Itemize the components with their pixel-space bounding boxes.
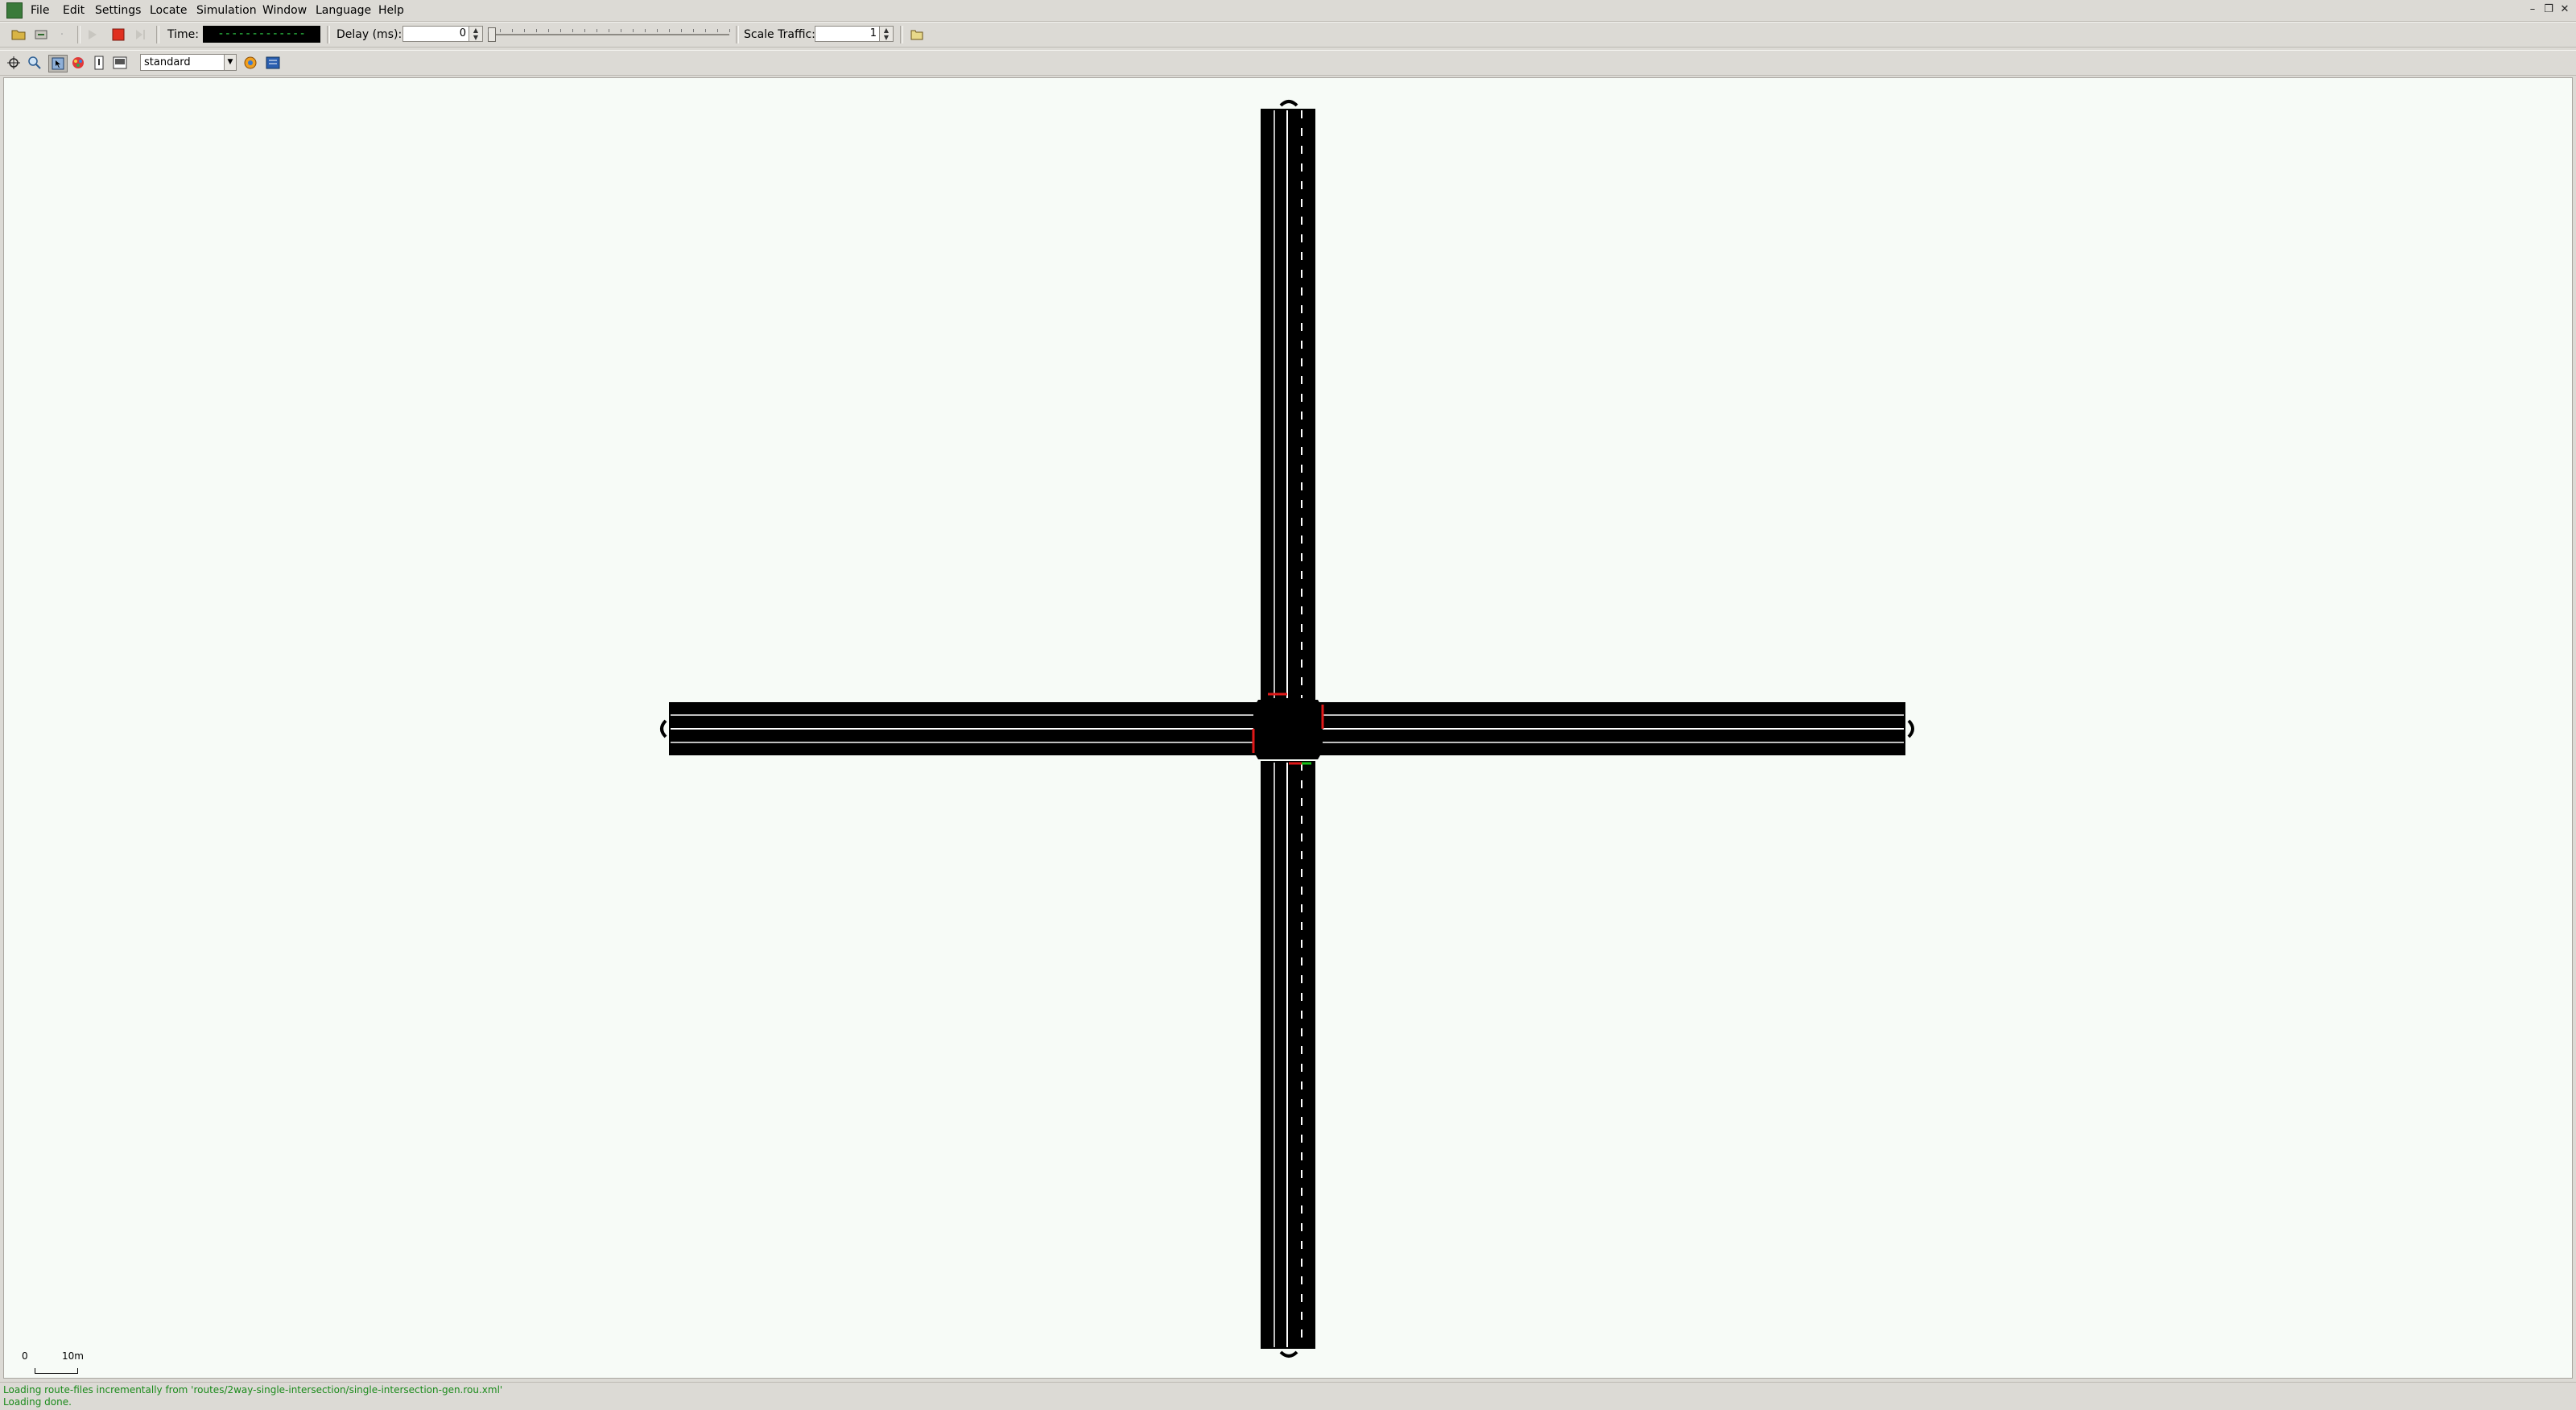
- west-end-cap: [660, 719, 667, 738]
- slider-tick: [524, 29, 525, 32]
- restore-icon[interactable]: ❐: [2542, 3, 2555, 16]
- slider-tick: [681, 29, 682, 32]
- menu-simulation[interactable]: Simulation: [193, 3, 260, 18]
- menu-file[interactable]: File: [27, 3, 52, 18]
- recenter-view-icon[interactable]: [5, 55, 23, 71]
- scale-options-icon[interactable]: [908, 27, 926, 43]
- open-folder-icon[interactable]: [10, 27, 27, 43]
- menu-edit[interactable]: Edit: [60, 3, 88, 18]
- delay-slider[interactable]: [488, 27, 730, 42]
- slider-tick: [572, 29, 573, 32]
- delay-input[interactable]: 0 ▲ ▼: [402, 26, 483, 42]
- slider-tick: [512, 29, 513, 32]
- delay-slider-thumb[interactable]: [488, 27, 496, 42]
- message-line: Loading done.: [3, 1396, 72, 1408]
- menu-help[interactable]: Help: [375, 3, 407, 18]
- scale-traffic-input[interactable]: 1 ▲ ▼: [815, 26, 894, 42]
- edit-viewport-icon[interactable]: [264, 55, 282, 71]
- south-end-cap: [1279, 1350, 1298, 1358]
- time-display: -------------: [203, 26, 320, 43]
- menu-bar: File Edit Settings Locate Simulation Win…: [0, 0, 2576, 22]
- simulation-toolbar: · Time: ------------- Delay (ms): 0 ▲ ▼ S…: [0, 22, 2576, 48]
- slider-tick: [548, 29, 549, 32]
- select-mode-icon[interactable]: [48, 55, 68, 72]
- delay-spinner-arrows[interactable]: ▲ ▼: [469, 27, 482, 41]
- scale-ten-label: 10m: [62, 1350, 84, 1362]
- time-label: Time:: [167, 28, 199, 41]
- tooltip-toggle-icon[interactable]: [90, 55, 108, 71]
- screenshot-icon[interactable]: [111, 55, 129, 71]
- scale-traffic-label: Scale Traffic:: [744, 28, 815, 41]
- network-view-canvas[interactable]: 0 10m: [3, 77, 2573, 1379]
- view-toolbar: standard ▼: [0, 50, 2576, 76]
- visualization-scheme-select[interactable]: standard ▼: [140, 54, 237, 71]
- slider-tick: [500, 29, 501, 32]
- delay-label: Delay (ms):: [336, 28, 402, 41]
- slider-tick: [657, 29, 658, 32]
- slider-tick: [488, 29, 489, 32]
- scheme-value: standard: [144, 56, 191, 68]
- slider-tick: [584, 29, 585, 32]
- slider-tick: [705, 29, 706, 32]
- map-scale-bar: 0 10m: [17, 1350, 97, 1375]
- edit-scheme-icon[interactable]: [242, 55, 259, 71]
- minimize-icon[interactable]: –: [2526, 3, 2539, 16]
- delay-value: 0: [459, 27, 466, 39]
- color-scheme-icon[interactable]: [69, 55, 87, 71]
- scale-spinner-arrows[interactable]: ▲ ▼: [879, 27, 893, 41]
- slider-tick: [729, 29, 730, 32]
- slider-tick: [693, 29, 694, 32]
- slider-tick: [669, 29, 670, 32]
- road-network: [660, 100, 1914, 1358]
- east-end-cap: [1907, 719, 1914, 738]
- scale-zero-label: 0: [22, 1350, 28, 1362]
- scale-bar-line: [35, 1368, 78, 1374]
- reload-icon[interactable]: [32, 27, 50, 43]
- step-icon[interactable]: [132, 27, 150, 43]
- slider-tick: [536, 29, 537, 32]
- scale-traffic-value: 1: [869, 27, 877, 39]
- menu-locate[interactable]: Locate: [147, 3, 191, 18]
- slider-tick: [645, 29, 646, 32]
- slider-tick: [633, 29, 634, 32]
- menu-language[interactable]: Language: [312, 3, 374, 18]
- zoom-icon[interactable]: [26, 55, 43, 71]
- chevron-down-icon[interactable]: ▼: [224, 55, 236, 70]
- intersection-junction: [1253, 700, 1323, 759]
- message-window: Loading route-files incrementally from '…: [0, 1382, 2576, 1410]
- close-file-icon[interactable]: ·: [53, 27, 71, 43]
- close-icon[interactable]: ✕: [2558, 3, 2571, 16]
- menu-settings[interactable]: Settings: [92, 3, 144, 18]
- north-end-cap: [1279, 100, 1298, 107]
- slider-tick: [717, 29, 718, 32]
- slider-tick: [560, 29, 561, 32]
- run-icon[interactable]: [84, 27, 101, 43]
- menu-window[interactable]: Window: [259, 3, 310, 18]
- message-line: Loading route-files incrementally from '…: [3, 1384, 503, 1396]
- app-icon: [6, 2, 23, 19]
- stop-icon[interactable]: [109, 27, 127, 43]
